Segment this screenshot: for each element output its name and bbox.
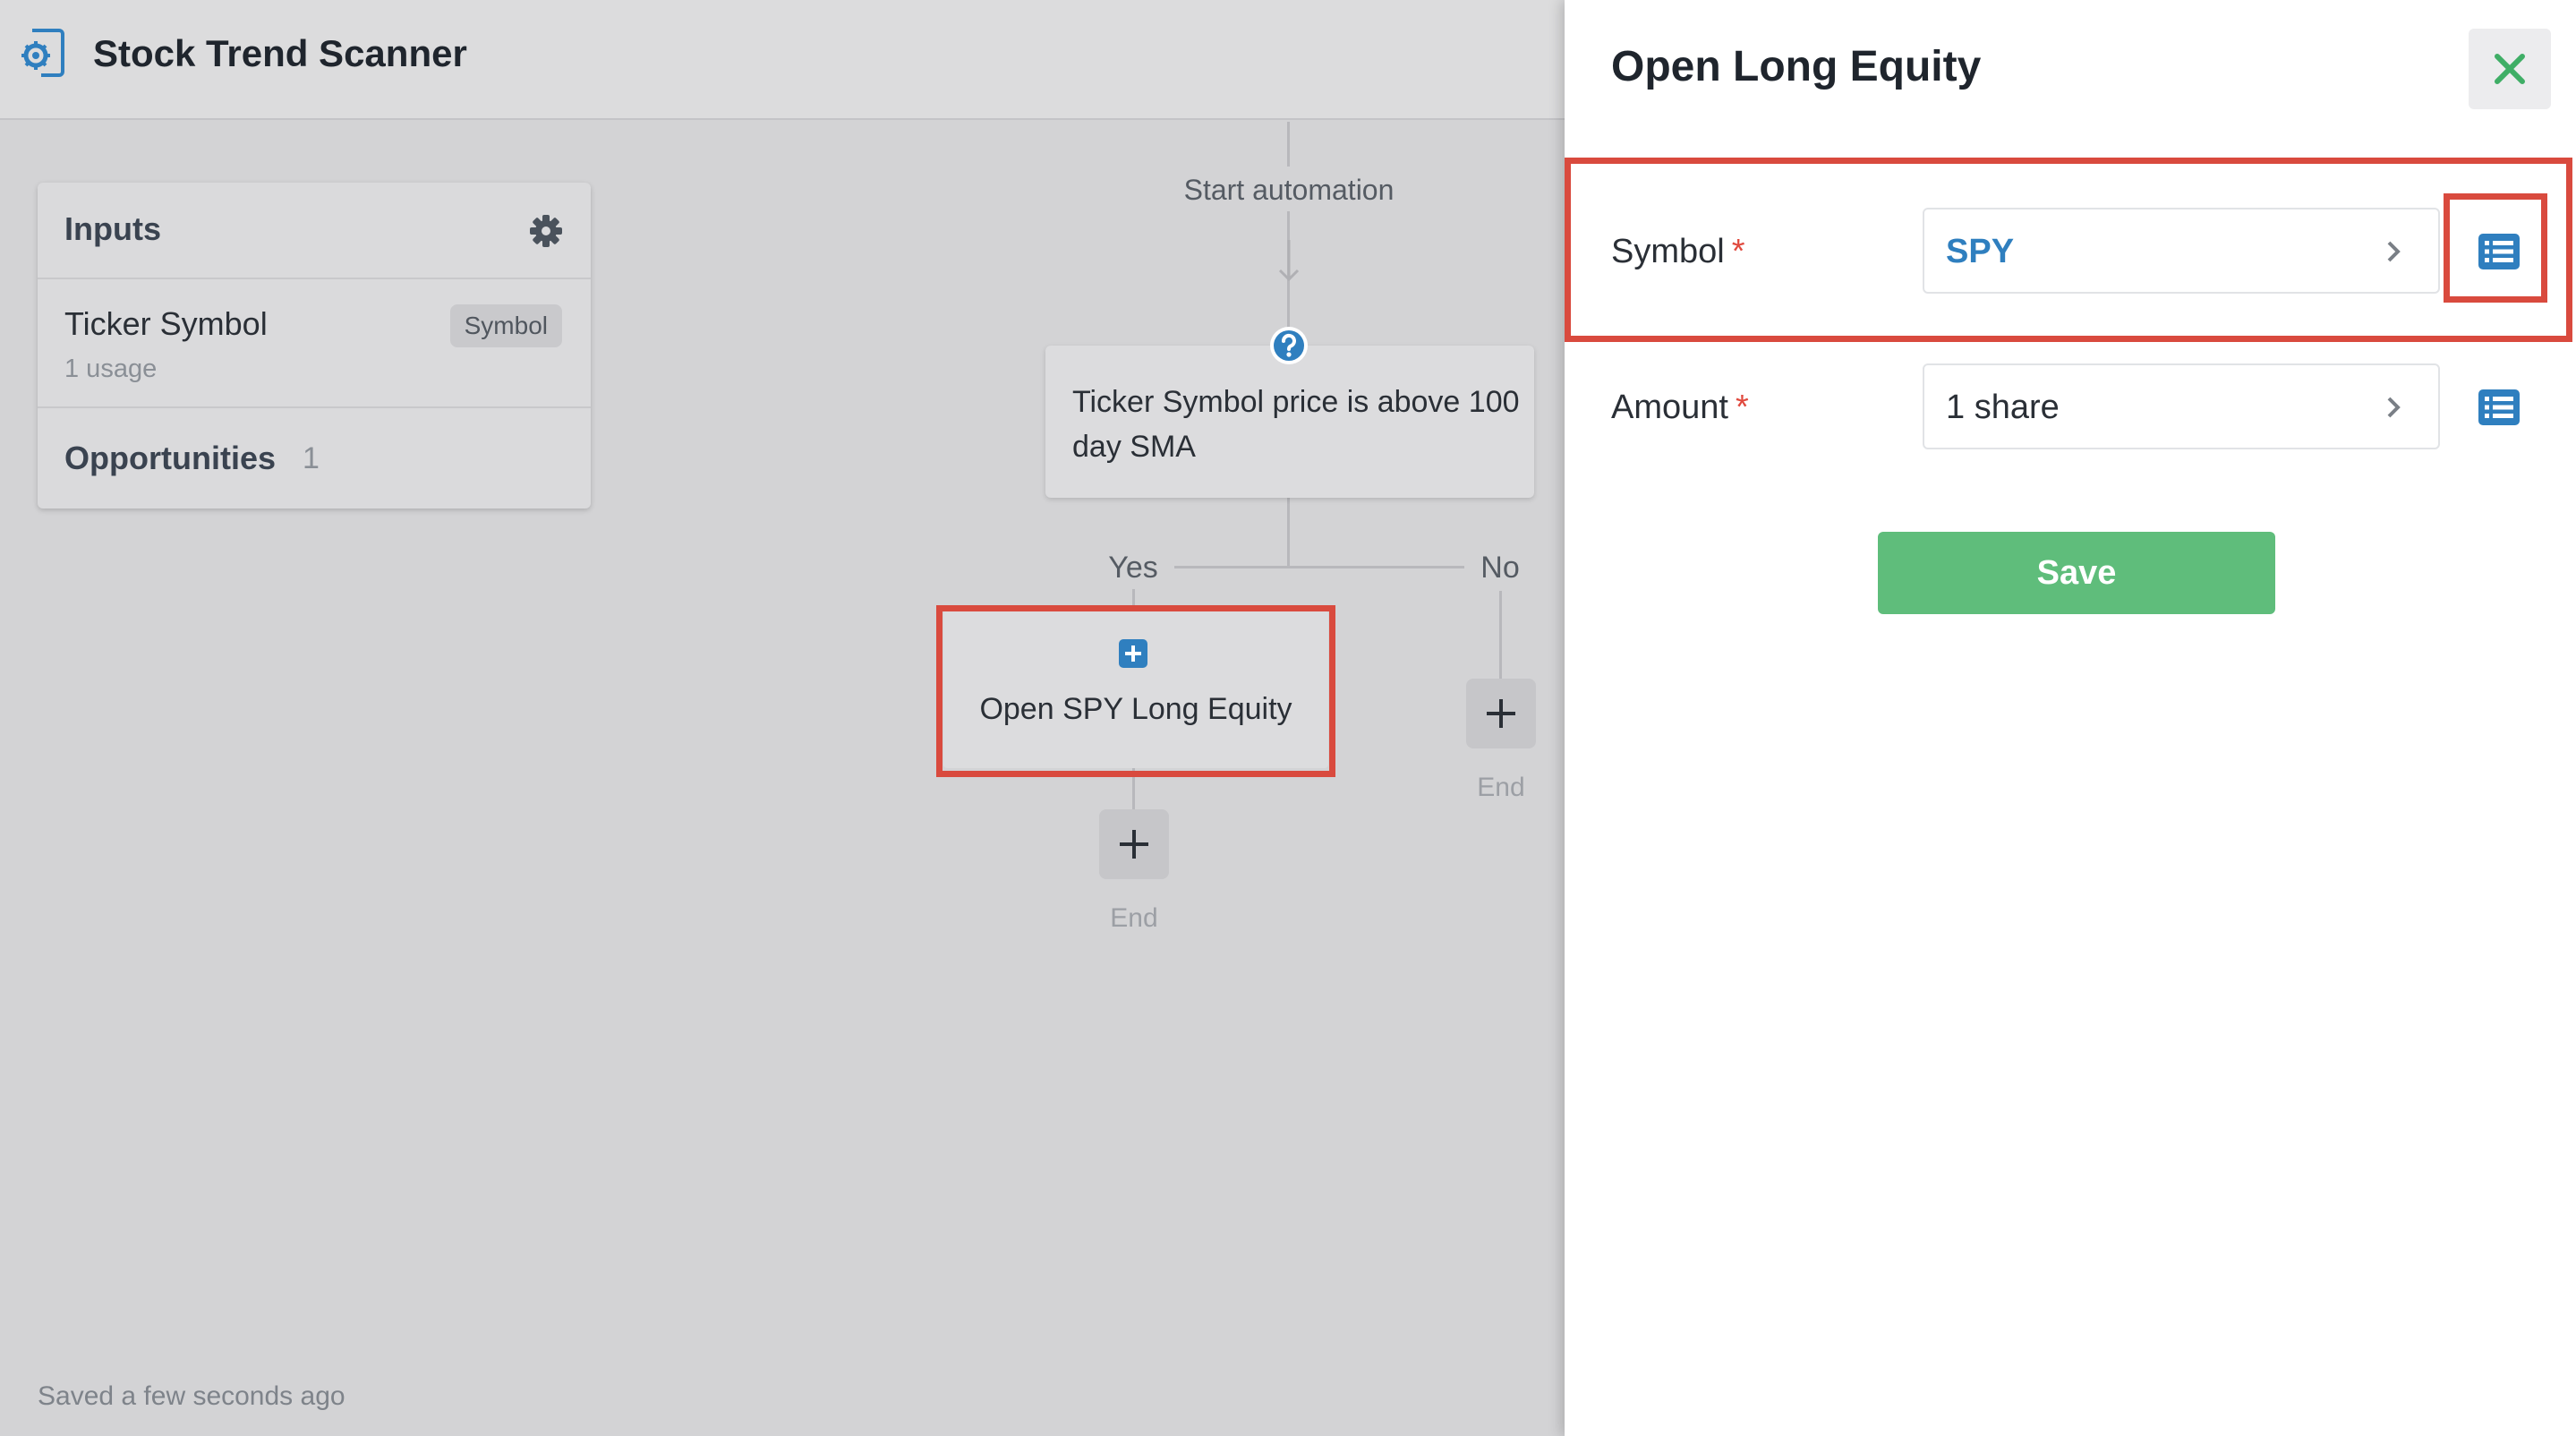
add-step-button-yes[interactable] (1099, 809, 1169, 879)
top-bar: Stock Trend Scanner (0, 0, 1565, 120)
input-item-name: Ticker Symbol (64, 305, 268, 342)
plus-icon (1487, 699, 1515, 728)
condition-node[interactable]: Ticker Symbol price is above 100 day SMA (1045, 346, 1534, 498)
input-item-usage: 1 usage (64, 355, 158, 383)
opportunities-label: Opportunities (64, 440, 276, 476)
required-mark: * (1735, 389, 1749, 426)
start-automation-label: Start automation (1183, 174, 1395, 206)
close-button[interactable] (2469, 29, 2551, 109)
action-config-panel: Open Long Equity Symbol * SPY Amount * 1 s… (1565, 0, 2576, 1436)
connector-branch-right (1289, 566, 1464, 568)
symbol-field-highlight (1565, 158, 2572, 342)
automation-canvas: Stock Trend Scanner Inputs Ticker Symbol… (0, 0, 1565, 1436)
input-type-badge: Symbol (449, 304, 562, 347)
close-icon (2495, 54, 2525, 84)
opportunities-count: 1 (303, 441, 320, 475)
panel-title: Open Long Equity (1611, 43, 1982, 90)
saved-status: Saved a few seconds ago (38, 1381, 345, 1411)
save-button[interactable]: Save (1878, 532, 2275, 614)
inputs-header: Inputs (38, 183, 591, 279)
question-icon (1270, 327, 1308, 364)
amount-input[interactable]: 1 share (1923, 363, 2440, 449)
amount-label-text: Amount (1611, 389, 1728, 426)
amount-value: 1 share (1946, 389, 2060, 426)
branch-yes-label: Yes (1108, 551, 1158, 585)
end-label-no: End (1477, 773, 1525, 802)
condition-text: Ticker Symbol price is above 100 day SMA (1072, 385, 1520, 464)
plus-icon (1120, 830, 1148, 859)
variable-list-icon[interactable] (2478, 389, 2521, 426)
arrow-down-icon (1278, 240, 1300, 282)
connector-no-down (1499, 591, 1502, 680)
end-label-yes: End (1110, 903, 1158, 933)
connector-branch-left (1174, 566, 1289, 568)
connector-top (1287, 122, 1290, 167)
add-step-button-no[interactable] (1466, 679, 1536, 748)
gear-document-icon (21, 29, 64, 77)
inputs-title: Inputs (64, 210, 161, 247)
app-title: Stock Trend Scanner (93, 32, 467, 74)
gear-icon[interactable] (528, 213, 564, 249)
amount-field-label: Amount * (1611, 385, 1749, 430)
branch-no-label: No (1480, 551, 1520, 585)
opportunities-row[interactable]: Opportunities 1 (38, 410, 591, 509)
inputs-card: Inputs Ticker Symbol 1 usage Symbol Oppo… (38, 183, 591, 509)
input-item-ticker-symbol[interactable]: Ticker Symbol 1 usage Symbol (38, 281, 591, 408)
action-node-highlight (936, 605, 1335, 777)
connector-condition-down (1287, 498, 1290, 566)
chevron-right-icon (2387, 397, 2401, 418)
symbol-list-button-highlight (2444, 193, 2547, 303)
